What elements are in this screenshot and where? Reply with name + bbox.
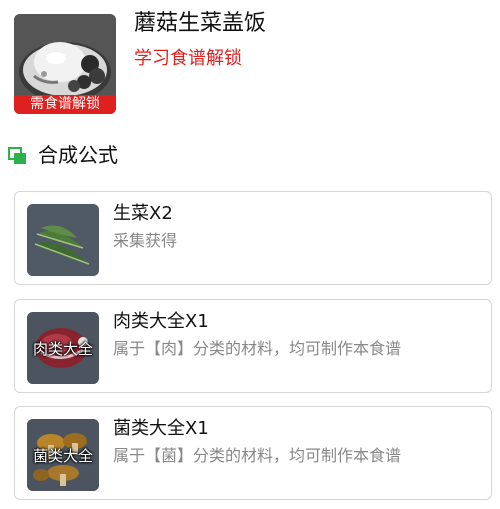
recipe-image: 需食谱解锁 (14, 14, 116, 114)
stacked-squares-icon (8, 147, 26, 164)
ingredient-card[interactable]: 肉类大全 肉类大全X1 属于【肉】分类的材料，均可制作本食谱 (14, 299, 492, 393)
ingredient-card[interactable]: 生菜X2 采集获得 (14, 191, 492, 285)
ingredient-source: 属于【肉】分类的材料，均可制作本食谱 (113, 339, 402, 358)
ingredient-image: 菌类大全 (27, 419, 99, 491)
ingredient-image (27, 204, 99, 276)
locked-tag: 需食谱解锁 (14, 95, 116, 114)
ingredient-name: 生菜X2 (113, 203, 173, 224)
ingredient-image-label (27, 204, 99, 276)
recipe-title: 蘑菇生菜盖饭 (134, 11, 267, 36)
ingredient-name: 菌类大全X1 (113, 418, 209, 439)
ingredient-name: 肉类大全X1 (113, 311, 209, 332)
ingredient-card[interactable]: 菌类大全 菌类大全X1 属于【菌】分类的材料，均可制作本食谱 (14, 406, 492, 500)
ingredient-image: 肉类大全 (27, 312, 99, 384)
ingredient-image-label: 菌类大全 (32, 446, 93, 465)
ingredient-source: 采集获得 (113, 231, 178, 250)
ingredient-image-label: 肉类大全 (32, 339, 93, 358)
ingredient-source: 属于【菌】分类的材料，均可制作本食谱 (113, 446, 402, 465)
unlock-hint: 学习食谱解锁 (134, 48, 242, 69)
recipe-detail-page: 需食谱解锁 蘑菇生菜盖饭 学习食谱解锁 合成公式 生菜X2 采集获得 肉类大全 … (0, 0, 500, 509)
section-title: 合成公式 (38, 143, 118, 167)
